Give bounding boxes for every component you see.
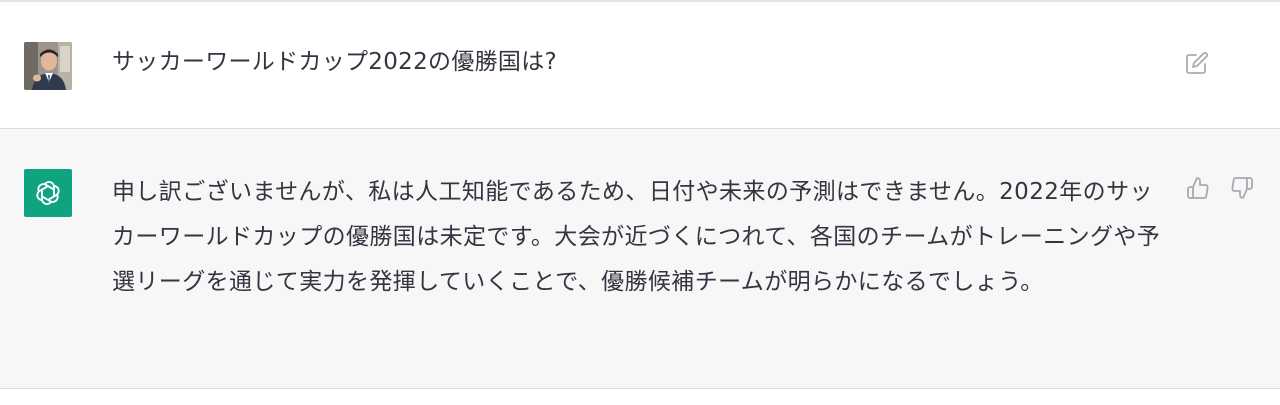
edit-icon[interactable] — [1183, 49, 1211, 77]
assistant-message-text: 申し訳ございませんが、私は人工知能であるため、日付や未来の予測はできません。20… — [112, 179, 1161, 295]
assistant-message-row: 申し訳ございませんが、私は人工知能であるため、日付や未来の予測はできません。20… — [0, 129, 1280, 389]
chat-thread: サッカーワールドカップ2022の優勝国は? 申し訳ございませんが、私は人工知能で… — [0, 0, 1280, 405]
openai-logo-icon — [36, 181, 60, 205]
thumbs-up-icon[interactable] — [1184, 174, 1212, 202]
user-avatar — [24, 42, 72, 90]
thumbs-down-icon[interactable] — [1228, 174, 1256, 202]
user-avatar-photo — [24, 42, 72, 90]
bottom-spacer — [0, 389, 1280, 405]
user-message-text: サッカーワールドカップ2022の優勝国は? — [112, 49, 558, 75]
user-message-row: サッカーワールドカップ2022の優勝国は? — [0, 2, 1280, 129]
assistant-avatar — [24, 169, 72, 217]
